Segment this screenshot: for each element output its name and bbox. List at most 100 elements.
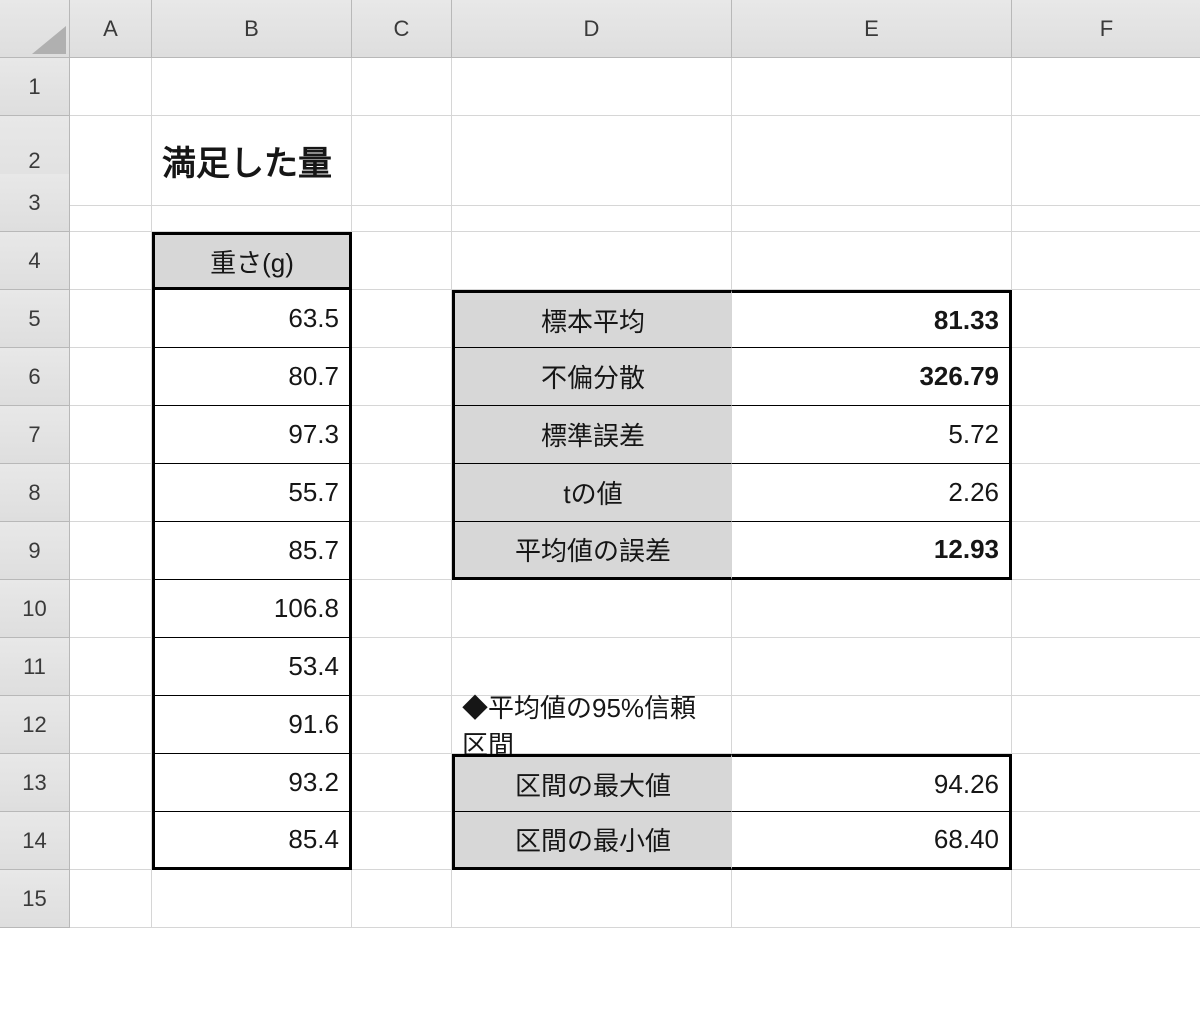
cell-A4[interactable] bbox=[70, 232, 152, 290]
cell-E15[interactable] bbox=[732, 870, 1012, 928]
weight-value[interactable]: 106.8 bbox=[152, 580, 352, 638]
cell-A13[interactable] bbox=[70, 754, 152, 812]
cell-A14[interactable] bbox=[70, 812, 152, 870]
cell-C14[interactable] bbox=[352, 812, 452, 870]
row-header-9[interactable]: 9 bbox=[0, 522, 70, 580]
weight-value[interactable]: 91.6 bbox=[152, 696, 352, 754]
cell-A15[interactable] bbox=[70, 870, 152, 928]
stat-value[interactable]: 2.26 bbox=[732, 464, 1012, 522]
ci-value[interactable]: 68.40 bbox=[732, 812, 1012, 870]
cell-F6[interactable] bbox=[1012, 348, 1200, 406]
cell-E10[interactable] bbox=[732, 580, 1012, 638]
cell-C15[interactable] bbox=[352, 870, 452, 928]
cell-F3[interactable] bbox=[1012, 174, 1200, 232]
cell-A1[interactable] bbox=[70, 58, 152, 116]
cell-F12[interactable] bbox=[1012, 696, 1200, 754]
cell-C11[interactable] bbox=[352, 638, 452, 696]
cell-F14[interactable] bbox=[1012, 812, 1200, 870]
weight-header[interactable]: 重さ(g) bbox=[152, 232, 352, 290]
cell-A5[interactable] bbox=[70, 290, 152, 348]
cell-C1[interactable] bbox=[352, 58, 452, 116]
cell-F1[interactable] bbox=[1012, 58, 1200, 116]
cell-C12[interactable] bbox=[352, 696, 452, 754]
weight-value[interactable]: 80.7 bbox=[152, 348, 352, 406]
weight-value[interactable]: 85.7 bbox=[152, 522, 352, 580]
cell-F8[interactable] bbox=[1012, 464, 1200, 522]
cell-E1[interactable] bbox=[732, 58, 1012, 116]
cell-A9[interactable] bbox=[70, 522, 152, 580]
stat-label[interactable]: 平均値の誤差 bbox=[452, 522, 732, 580]
row-header-1[interactable]: 1 bbox=[0, 58, 70, 116]
cell-C10[interactable] bbox=[352, 580, 452, 638]
cell-A11[interactable] bbox=[70, 638, 152, 696]
row-header-4[interactable]: 4 bbox=[0, 232, 70, 290]
weight-value[interactable]: 55.7 bbox=[152, 464, 352, 522]
weight-value[interactable]: 97.3 bbox=[152, 406, 352, 464]
stat-label[interactable]: tの値 bbox=[452, 464, 732, 522]
stat-value[interactable]: 5.72 bbox=[732, 406, 1012, 464]
ci-label[interactable]: 区間の最小値 bbox=[452, 812, 732, 870]
ci-value[interactable]: 94.26 bbox=[732, 754, 1012, 812]
cell-E3[interactable] bbox=[732, 174, 1012, 232]
cell-B1[interactable] bbox=[152, 58, 352, 116]
cell-F15[interactable] bbox=[1012, 870, 1200, 928]
select-all-corner[interactable] bbox=[0, 0, 70, 58]
ci-label[interactable]: 区間の最大値 bbox=[452, 754, 732, 812]
cell-F10[interactable] bbox=[1012, 580, 1200, 638]
cell-C13[interactable] bbox=[352, 754, 452, 812]
weight-value[interactable]: 85.4 bbox=[152, 812, 352, 870]
cell-A3[interactable] bbox=[70, 174, 152, 232]
cell-C8[interactable] bbox=[352, 464, 452, 522]
cell-A6[interactable] bbox=[70, 348, 152, 406]
row-header-15[interactable]: 15 bbox=[0, 870, 70, 928]
col-header-E[interactable]: E bbox=[732, 0, 1012, 58]
cell-F11[interactable] bbox=[1012, 638, 1200, 696]
row-header-11[interactable]: 11 bbox=[0, 638, 70, 696]
row-header-12[interactable]: 12 bbox=[0, 696, 70, 754]
cell-D1[interactable] bbox=[452, 58, 732, 116]
row-header-3[interactable]: 3 bbox=[0, 174, 70, 232]
stat-label[interactable]: 標本平均 bbox=[452, 290, 732, 348]
cell-D15[interactable] bbox=[452, 870, 732, 928]
cell-F13[interactable] bbox=[1012, 754, 1200, 812]
cell-E12[interactable] bbox=[732, 696, 1012, 754]
cell-D4[interactable] bbox=[452, 232, 732, 290]
cell-C5[interactable] bbox=[352, 290, 452, 348]
row-header-14[interactable]: 14 bbox=[0, 812, 70, 870]
stat-label[interactable]: 不偏分散 bbox=[452, 348, 732, 406]
row-header-8[interactable]: 8 bbox=[0, 464, 70, 522]
weight-value[interactable]: 63.5 bbox=[152, 290, 352, 348]
cell-F9[interactable] bbox=[1012, 522, 1200, 580]
col-header-B[interactable]: B bbox=[152, 0, 352, 58]
cell-C7[interactable] bbox=[352, 406, 452, 464]
stat-value[interactable]: 81.33 bbox=[732, 290, 1012, 348]
cell-B15[interactable] bbox=[152, 870, 352, 928]
cell-A8[interactable] bbox=[70, 464, 152, 522]
row-header-13[interactable]: 13 bbox=[0, 754, 70, 812]
stat-label[interactable]: 標準誤差 bbox=[452, 406, 732, 464]
cell-B3[interactable] bbox=[152, 174, 352, 232]
cell-F4[interactable] bbox=[1012, 232, 1200, 290]
cell-F7[interactable] bbox=[1012, 406, 1200, 464]
row-header-10[interactable]: 10 bbox=[0, 580, 70, 638]
stat-value[interactable]: 326.79 bbox=[732, 348, 1012, 406]
cell-C3[interactable] bbox=[352, 174, 452, 232]
col-header-F[interactable]: F bbox=[1012, 0, 1200, 58]
cell-D10[interactable] bbox=[452, 580, 732, 638]
cell-C6[interactable] bbox=[352, 348, 452, 406]
col-header-A[interactable]: A bbox=[70, 0, 152, 58]
cell-A12[interactable] bbox=[70, 696, 152, 754]
col-header-C[interactable]: C bbox=[352, 0, 452, 58]
weight-value[interactable]: 93.2 bbox=[152, 754, 352, 812]
ci-title[interactable]: ◆平均値の95%信頼区間 bbox=[452, 696, 732, 754]
cell-E4[interactable] bbox=[732, 232, 1012, 290]
cell-F5[interactable] bbox=[1012, 290, 1200, 348]
cell-A7[interactable] bbox=[70, 406, 152, 464]
cell-C4[interactable] bbox=[352, 232, 452, 290]
cell-E11[interactable] bbox=[732, 638, 1012, 696]
row-header-5[interactable]: 5 bbox=[0, 290, 70, 348]
cell-D3[interactable] bbox=[452, 174, 732, 232]
row-header-6[interactable]: 6 bbox=[0, 348, 70, 406]
cell-C9[interactable] bbox=[352, 522, 452, 580]
row-header-7[interactable]: 7 bbox=[0, 406, 70, 464]
